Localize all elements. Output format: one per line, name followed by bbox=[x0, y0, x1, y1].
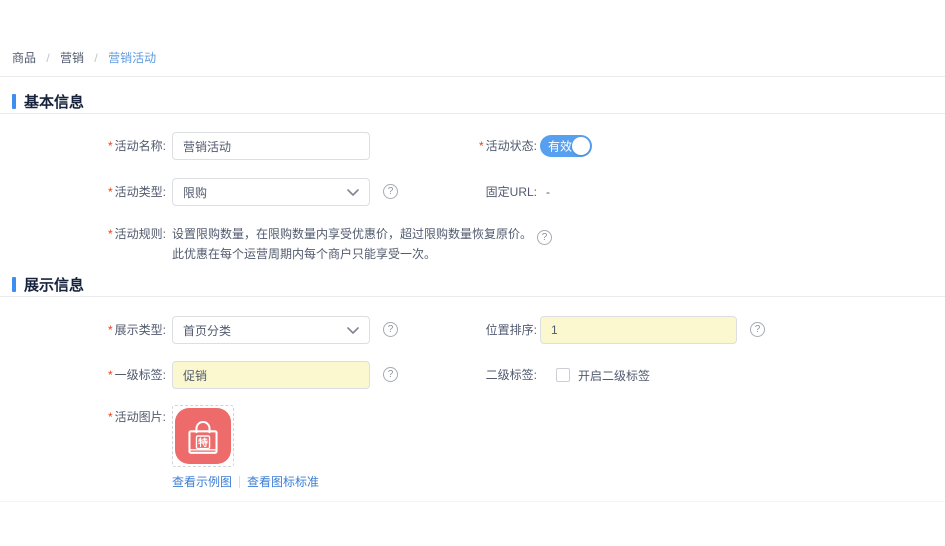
toggle-state-text: 有效 bbox=[548, 139, 573, 154]
breadcrumb-item-marketing[interactable]: 营销 bbox=[60, 51, 84, 65]
activity-rule-text: 设置限购数量，在限购数量内享受优惠价，超过限购数量恢复原价。? 此优惠在每个运营… bbox=[172, 225, 772, 264]
breadcrumb-separator: / bbox=[94, 51, 98, 65]
activity-type-label: * 活动类型: bbox=[107, 185, 166, 199]
activity-name-input[interactable] bbox=[172, 132, 370, 160]
image-links: 查看示例图 查看图标标准 bbox=[172, 473, 319, 490]
activity-image-upload[interactable]: 特 bbox=[172, 405, 234, 467]
divider bbox=[0, 501, 945, 502]
view-icon-standard-link[interactable]: 查看图标标准 bbox=[247, 473, 319, 490]
fixed-url-label: 固定URL: bbox=[485, 185, 537, 199]
promo-bag-icon: 特 bbox=[175, 408, 231, 464]
required-mark: * bbox=[107, 185, 113, 199]
activity-status-toggle[interactable]: 有效 bbox=[540, 135, 592, 157]
position-order-help-icon[interactable]: ? bbox=[750, 322, 765, 337]
required-mark: * bbox=[107, 139, 113, 153]
breadcrumb-item-products[interactable]: 商品 bbox=[12, 51, 36, 65]
position-order-input[interactable] bbox=[540, 316, 737, 344]
display-type-select[interactable]: 首页分类 bbox=[172, 316, 370, 344]
select-value: 首页分类 bbox=[183, 323, 232, 338]
required-mark: * bbox=[107, 410, 113, 424]
activity-type-select[interactable]: 限购 bbox=[172, 178, 370, 206]
section-accent-bar bbox=[12, 94, 16, 109]
marketing-activity-page: 商品 / 营销 / 营销活动 基本信息 *活动名称: *活动状态: 有效 *活动… bbox=[0, 0, 945, 546]
breadcrumb-separator: / bbox=[46, 51, 50, 65]
section-display-info-header: 展示信息 bbox=[12, 274, 84, 295]
section-basic-info-header: 基本信息 bbox=[12, 91, 84, 112]
secondary-tag-label: 二级标签: bbox=[485, 368, 537, 382]
view-example-link[interactable]: 查看示例图 bbox=[172, 473, 232, 490]
primary-tag-input[interactable] bbox=[172, 361, 370, 389]
section-title-text: 基本信息 bbox=[24, 94, 85, 111]
secondary-tag-checkbox[interactable] bbox=[556, 368, 570, 382]
toggle-knob bbox=[572, 137, 590, 155]
secondary-tag-checkbox-row[interactable]: 开启二级标签 bbox=[556, 361, 650, 389]
promo-character: 特 bbox=[198, 436, 208, 449]
display-type-label: * 展示类型: bbox=[107, 323, 166, 337]
required-mark: * bbox=[107, 323, 113, 337]
select-value: 限购 bbox=[183, 185, 208, 200]
activity-status-label: * 活动状态: bbox=[478, 139, 537, 153]
divider bbox=[0, 113, 945, 114]
activity-name-label: * 活动名称: bbox=[107, 139, 166, 153]
activity-image-label: * 活动图片: bbox=[107, 410, 166, 424]
breadcrumb: 商品 / 营销 / 营销活动 bbox=[12, 49, 156, 66]
required-mark: * bbox=[478, 139, 484, 153]
fixed-url-value: - bbox=[546, 185, 550, 199]
link-divider bbox=[239, 475, 241, 488]
required-mark: * bbox=[107, 368, 113, 382]
position-order-label: 位置排序: bbox=[485, 323, 537, 337]
activity-rule-help-icon[interactable]: ? bbox=[537, 230, 553, 245]
activity-rule-label: * 活动规则: bbox=[107, 227, 166, 241]
required-mark: * bbox=[107, 227, 113, 241]
activity-rule-line1: 设置限购数量，在限购数量内享受优惠价，超过限购数量恢复原价。 bbox=[172, 227, 533, 241]
section-accent-bar bbox=[12, 277, 16, 292]
secondary-tag-checkbox-label: 开启二级标签 bbox=[578, 368, 651, 383]
divider bbox=[0, 76, 945, 77]
section-title-text: 展示信息 bbox=[24, 277, 85, 294]
breadcrumb-item-current: 营销活动 bbox=[108, 51, 157, 65]
divider bbox=[0, 296, 945, 297]
activity-rule-line2: 此优惠在每个运营周期内每个商户只能享受一次。 bbox=[172, 247, 437, 261]
primary-tag-label: * 一级标签: bbox=[107, 368, 166, 382]
